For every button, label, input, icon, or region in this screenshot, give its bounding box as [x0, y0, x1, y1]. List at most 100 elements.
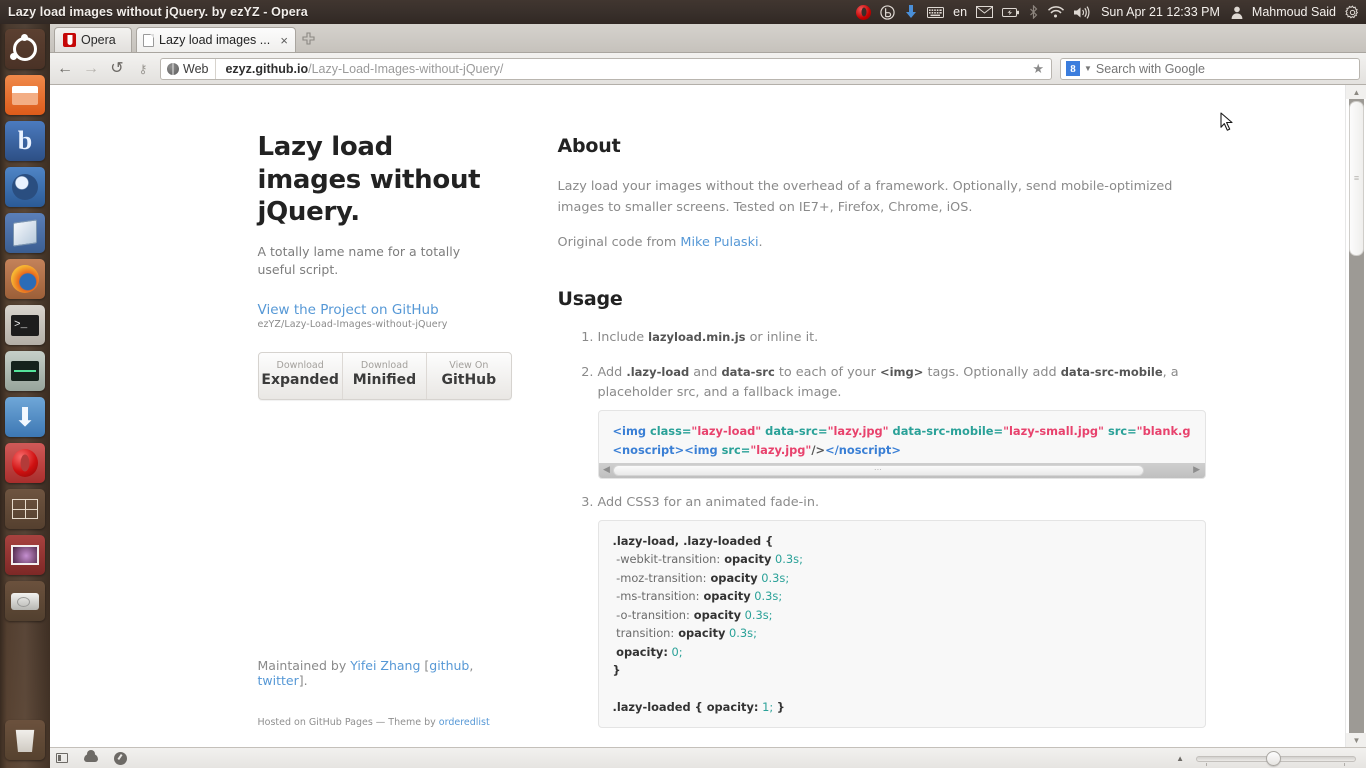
bluetooth-icon[interactable] [1029, 0, 1038, 24]
css-val-opacity: 0; [667, 644, 683, 659]
launcher-item-virtualbox[interactable] [5, 213, 45, 253]
css-line-2: -webkit-transition: opacity 0.3s; [613, 550, 1191, 568]
launcher-item-bird-app[interactable] [5, 167, 45, 207]
css-propb-moz: opacity [706, 570, 758, 585]
page-content: Lazy load images without jQuery. A total… [50, 85, 1345, 747]
launcher-item-opera[interactable] [5, 443, 45, 483]
reload-button[interactable]: ↺ [108, 60, 126, 77]
css-propb-o: opacity [689, 607, 742, 622]
tab-bar: Opera Lazy load images ... × [50, 24, 1366, 53]
launcher-item-terminal[interactable]: >_ [5, 305, 45, 345]
launcher-item-disk[interactable] [5, 581, 45, 621]
wifi-icon[interactable] [1047, 0, 1065, 24]
download-minified-bottom: Minified [352, 372, 417, 389]
username-label[interactable]: Mahmoud Said [1252, 5, 1336, 19]
css-code-block[interactable]: .lazy-load, .lazy-loaded { -webkit-trans… [597, 519, 1206, 729]
css-line-9 [613, 680, 1191, 698]
bookmark-star-icon[interactable]: ★ [1025, 61, 1051, 77]
zoom-tick-min [1206, 762, 1207, 766]
tab-lazy-load-images[interactable]: Lazy load images ... × [136, 27, 296, 52]
maintained-bracket-open: [ [420, 657, 430, 673]
maintainer-link[interactable]: Yifei Zhang [350, 658, 420, 673]
clock[interactable]: Sun Apr 21 12:33 PM [1099, 5, 1222, 19]
zoom-caret-icon[interactable]: ▲ [1176, 754, 1184, 763]
opera-tray-icon[interactable] [856, 0, 872, 24]
page-left-column: Lazy load images without jQuery. A total… [257, 131, 528, 742]
html-attr-class: class= [645, 424, 692, 439]
search-input[interactable] [1095, 61, 1354, 76]
scroll-up-arrow-icon[interactable]: ▲ [1346, 85, 1366, 99]
baidu-tray-icon[interactable] [880, 0, 895, 24]
user-icon [1231, 0, 1243, 24]
usage-step-3: Add CSS3 for an animated fade-in. .lazy-… [597, 493, 1206, 729]
launcher-item-download-manager[interactable]: ⬇ [5, 397, 45, 437]
scrollbar-thumb[interactable]: ≡ [1349, 101, 1364, 256]
address-bar[interactable]: Web ezyz.github.io/Lazy-Load-Images-with… [160, 57, 1052, 80]
code-scroll-track[interactable]: ⋯ [612, 465, 1191, 477]
download-arrow-tray-icon[interactable] [904, 0, 918, 24]
opera-menu-button[interactable]: Opera [54, 27, 132, 52]
opera-logo-icon [63, 33, 76, 47]
gauge-icon[interactable] [114, 751, 127, 765]
back-button[interactable]: ← [56, 60, 74, 77]
scroll-down-arrow-icon[interactable]: ▼ [1346, 733, 1366, 747]
launcher-item-ubuntu-dash[interactable] [5, 29, 45, 69]
launcher-item-system-monitor[interactable] [5, 351, 45, 391]
launcher-item-files[interactable] [5, 75, 45, 115]
url-text: ezyz.github.io/Lazy-Load-Images-without-… [216, 62, 503, 76]
close-icon[interactable]: × [279, 34, 289, 47]
download-expanded-bottom: Expanded [261, 372, 339, 389]
web-badge[interactable]: Web [161, 58, 217, 79]
step2-text-c: to each of your [774, 364, 880, 380]
zoom-controls: ▲ [1176, 750, 1360, 766]
page-title: Lazy load images without jQuery. [257, 132, 481, 227]
search-bar[interactable]: 8 ▼ [1060, 57, 1360, 80]
maintainer-twitter-link[interactable]: twitter [258, 673, 299, 688]
scroll-right-arrow-icon[interactable]: ▶ [1191, 463, 1203, 478]
page-vertical-scrollbar[interactable]: ▲ ≡ ▼ [1345, 85, 1366, 747]
cloud-icon[interactable] [84, 750, 98, 762]
html-img-close-2: /> [811, 442, 826, 457]
launcher-item-workspace-switcher[interactable] [5, 489, 45, 529]
mail-icon[interactable] [976, 0, 994, 24]
theme-link[interactable]: orderedlist [439, 717, 490, 728]
zoom-slider-handle[interactable] [1266, 750, 1281, 766]
view-project-link[interactable]: View the Project on GitHub [258, 302, 498, 318]
zoom-slider[interactable] [1196, 750, 1356, 766]
launcher-item-baidu[interactable]: b [5, 121, 45, 161]
launcher-item-firefox[interactable] [5, 259, 45, 299]
html-code-line-2: <noscript><img src="lazy.jpg"/></noscrip… [613, 441, 1191, 459]
gear-icon[interactable] [1345, 0, 1360, 24]
download-minified-button[interactable]: Download Minified [343, 353, 428, 399]
download-expanded-button[interactable]: Download Expanded [259, 353, 343, 399]
keyboard-layout-label[interactable]: en [953, 0, 967, 24]
maintainer-github-link[interactable]: github [429, 658, 469, 673]
css-propb-transition: opacity [674, 626, 726, 641]
forward-button[interactable]: → [82, 60, 100, 77]
step3-text: Add CSS3 for an animated fade-in. [597, 495, 820, 511]
keyboard-icon[interactable] [927, 0, 945, 24]
panel-toggle-icon[interactable] [56, 753, 68, 763]
scroll-left-arrow-icon[interactable]: ◀ [601, 463, 613, 478]
battery-icon[interactable] [1002, 0, 1020, 24]
code-scroll-thumb[interactable]: ⋯ [612, 465, 1145, 477]
new-tab-button[interactable] [302, 32, 315, 48]
mike-pulaski-link[interactable]: Mike Pulaski [680, 235, 758, 250]
view-on-github-button[interactable]: View On GitHub [427, 353, 510, 399]
original-code-suffix: . [758, 234, 763, 250]
security-key-icon[interactable]: ⚷ [134, 63, 152, 75]
volume-icon[interactable] [1073, 0, 1090, 24]
css-brace-close: } [612, 663, 621, 678]
html-code-block[interactable]: <img class="lazy-load" data-src="lazy.jp… [597, 410, 1206, 480]
html-val-mobile: "lazy-small.jpg" [1003, 424, 1104, 439]
system-tray: en Sun Apr 21 12:33 PM Mahmoud Said [856, 0, 1366, 24]
launcher-item-image-viewer[interactable] [5, 535, 45, 575]
launcher-item-trash[interactable] [5, 720, 45, 760]
google-engine-icon[interactable]: 8 [1066, 61, 1080, 76]
chevron-down-icon[interactable]: ▼ [1084, 64, 1092, 73]
opera-browser-window: Opera Lazy load images ... × ← → ↺ ⚷ Web… [50, 24, 1366, 768]
css-prop-transition: transition: [616, 626, 675, 641]
code-horizontal-scrollbar[interactable]: ◀ ⋯ ▶ [598, 463, 1205, 479]
html-code-line-1: <img class="lazy-load" data-src="lazy.jp… [613, 422, 1191, 440]
css-line-3: -moz-transition: opacity 0.3s; [613, 569, 1191, 587]
